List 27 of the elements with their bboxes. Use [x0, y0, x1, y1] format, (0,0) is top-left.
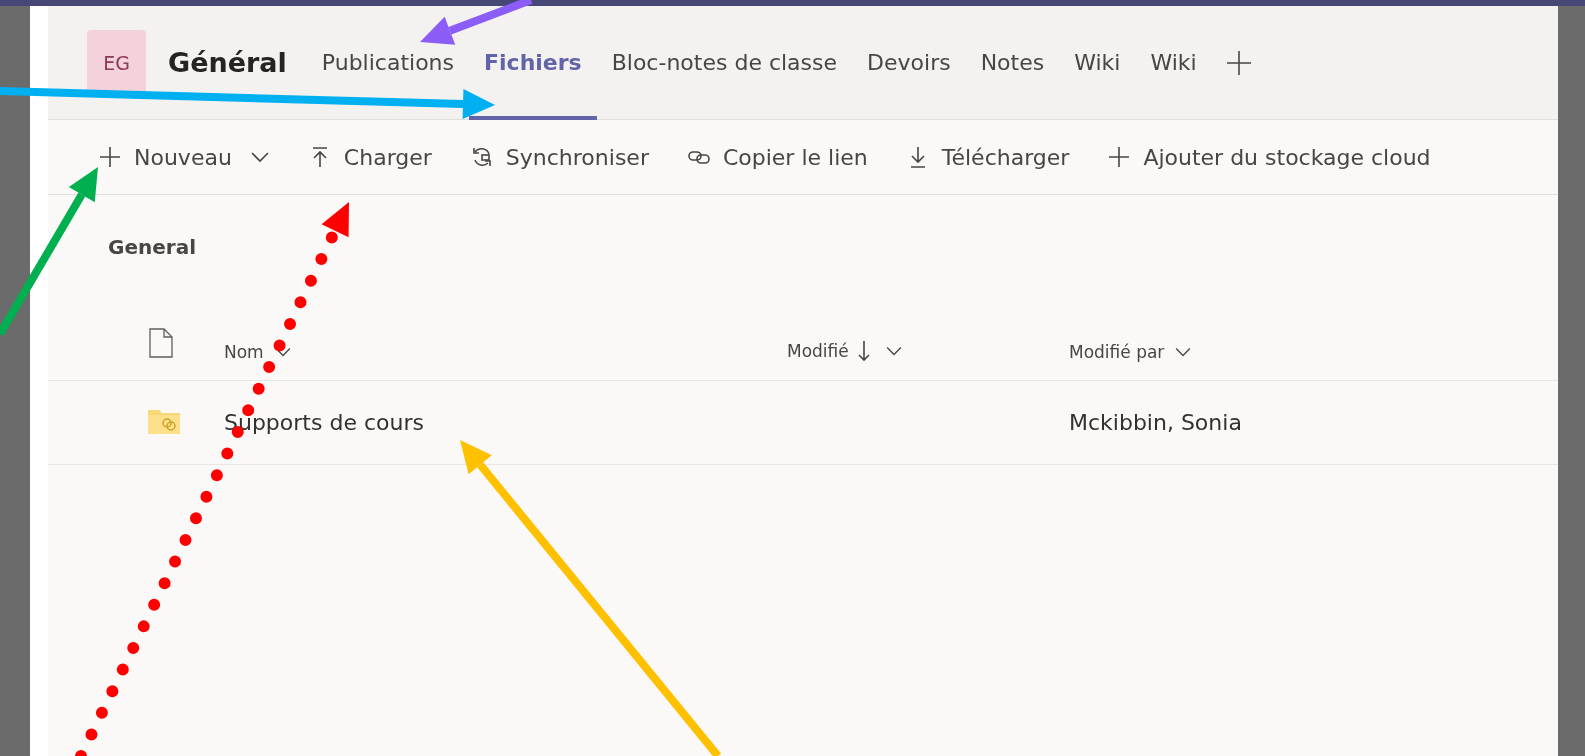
column-header[interactable]: Modifié par [1069, 342, 1558, 362]
folder-title: General [107, 234, 197, 261]
tab[interactable]: Bloc-notes de classe [596, 5, 853, 120]
shared-folder-icon [148, 407, 180, 434]
toolbar-button[interactable]: Synchroniser [469, 144, 649, 170]
tab[interactable]: Notes [965, 5, 1060, 120]
channel-name: Général [168, 47, 287, 78]
toolbar-button[interactable]: Copier le lien [686, 144, 868, 170]
file-name[interactable]: Supports de cours [224, 410, 787, 435]
tab[interactable]: Wiki [1059, 5, 1136, 120]
chevron-down-icon [884, 345, 903, 357]
tab[interactable]: Publications [306, 5, 469, 120]
add-tab-icon[interactable] [1225, 49, 1252, 76]
tab[interactable]: Devoirs [852, 5, 966, 120]
new-button[interactable]: Nouveau [98, 144, 270, 170]
toolbar-button[interactable]: Ajouter du stockage cloud [1107, 144, 1431, 170]
column-header[interactable]: Modifié [787, 340, 1069, 362]
plus-icon [1107, 145, 1132, 169]
file-icon [148, 328, 174, 358]
toolbar-button[interactable]: Charger [307, 144, 432, 170]
plus-icon [98, 145, 122, 169]
chevron-down-icon [249, 150, 270, 164]
table-cell-text: Mckibbin, Sonia [1069, 410, 1243, 435]
chevron-down-icon [1174, 346, 1193, 358]
column-header[interactable]: Nom [224, 342, 787, 362]
tab[interactable]: Wiki [1135, 5, 1212, 120]
toolbar-button[interactable]: Télécharger [905, 144, 1070, 170]
